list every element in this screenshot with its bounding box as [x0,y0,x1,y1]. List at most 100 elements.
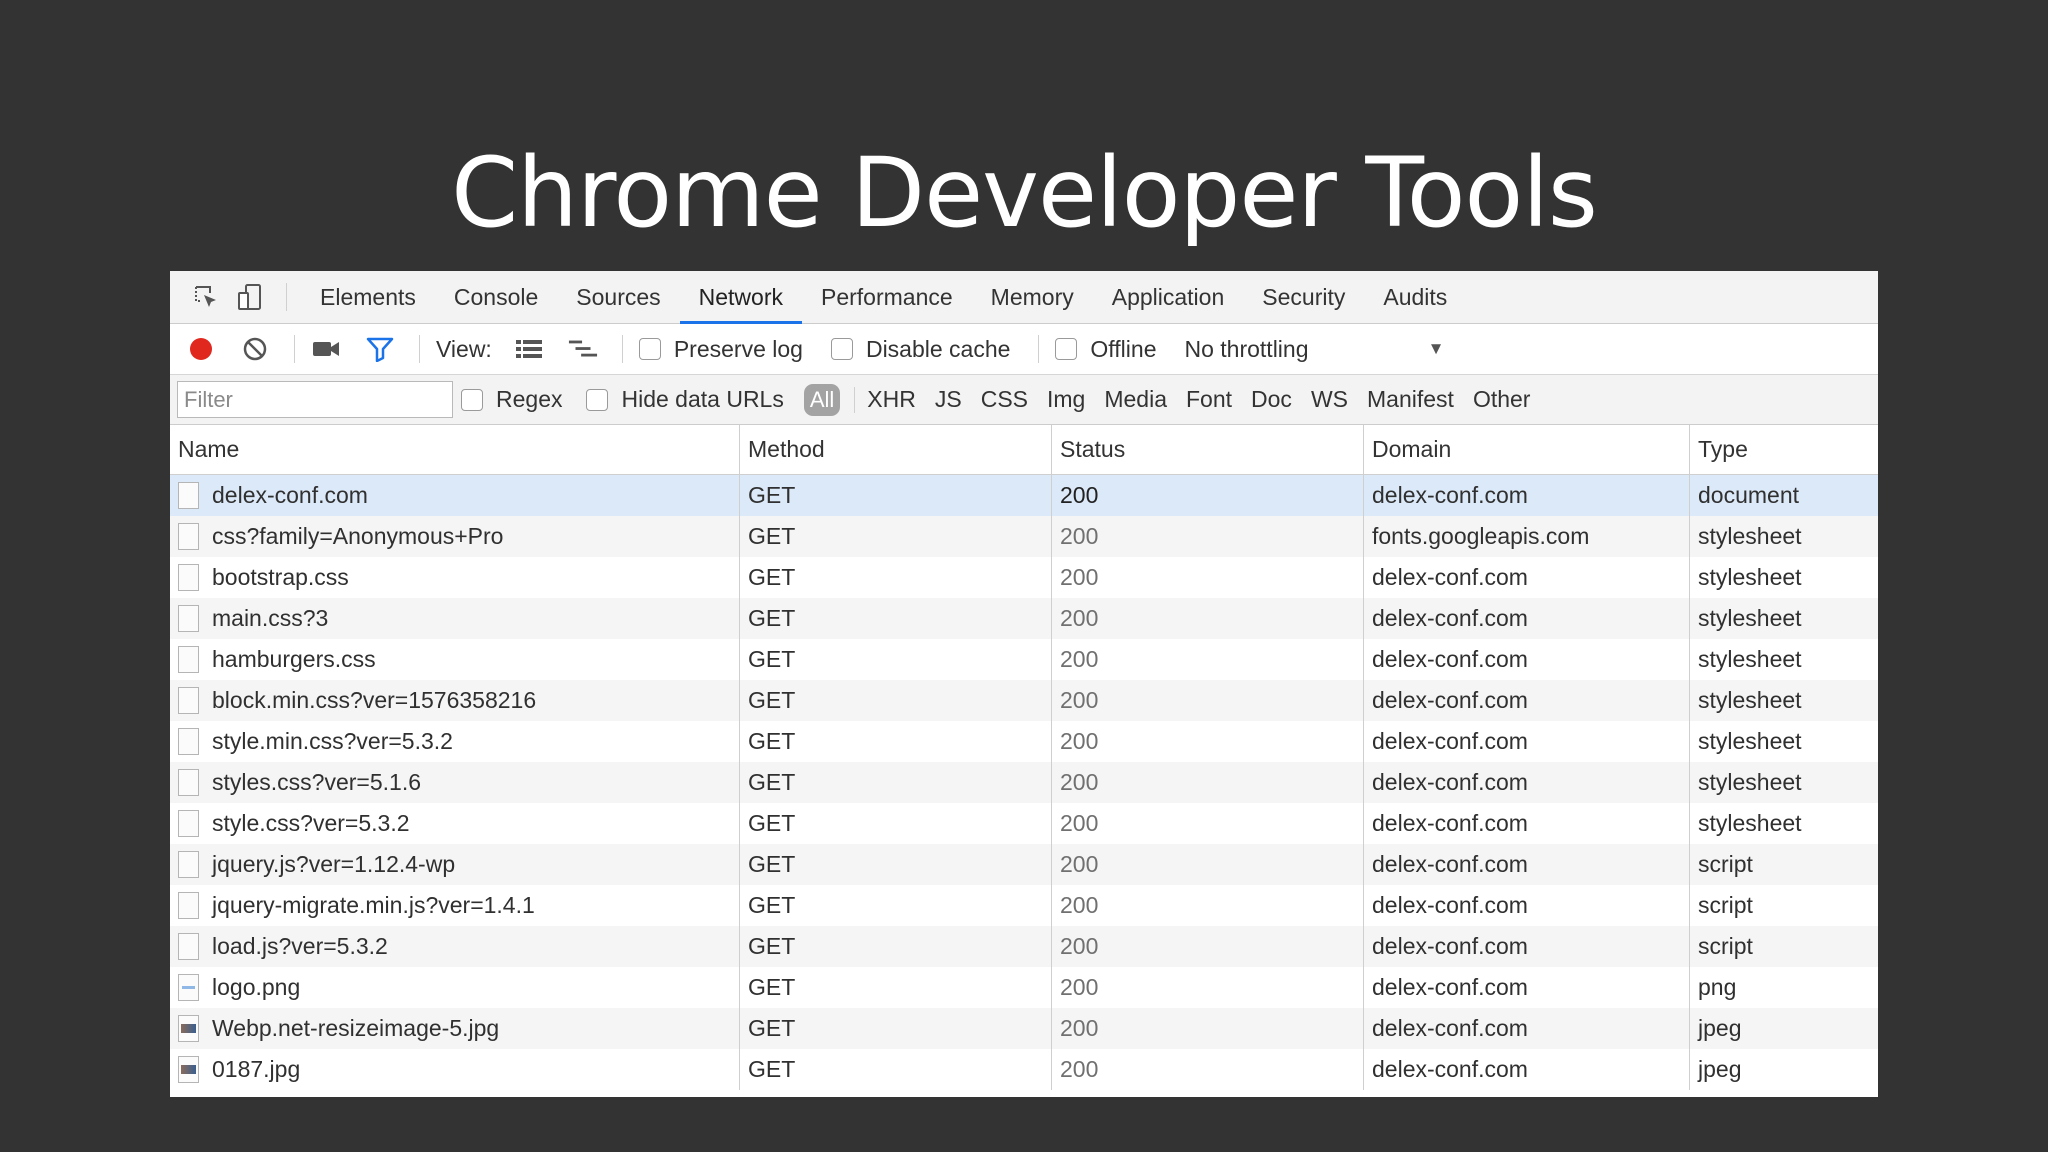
tab-audits[interactable]: Audits [1364,271,1466,323]
request-status: 200 [1060,810,1099,836]
regex-checkbox[interactable] [461,388,483,411]
tab-security[interactable]: Security [1243,271,1364,323]
table-row[interactable]: Webp.net-resizeimage-5.jpg GET 200 delex-co… [170,1008,1878,1049]
column-header-domain[interactable]: Domain [1364,425,1690,474]
request-name-cell: style.css?ver=5.3.2 [170,803,740,844]
tab-memory[interactable]: Memory [972,271,1093,323]
request-method: GET [748,1015,796,1041]
table-row[interactable]: main.css?3 GET 200 delex-conf.com stylesheet [170,598,1878,639]
table-row[interactable]: bootstrap.css GET 200 delex-conf.com stylesh… [170,557,1878,598]
request-domain-cell: delex-conf.com [1364,844,1690,885]
filter-font-button[interactable]: Font [1186,386,1232,413]
devtools-tabbar: Elements Console Sources Network Perform… [170,271,1878,324]
camera-icon[interactable] [311,334,341,364]
request-name-cell: Webp.net-resizeimage-5.jpg [170,1008,740,1049]
request-status-cell: 200 [1052,475,1364,516]
table-row[interactable]: load.js?ver=5.3.2 GET 200 delex-conf.com scr… [170,926,1878,967]
request-type: jpeg [1698,1056,1742,1082]
column-header-type[interactable]: Type [1690,425,1878,474]
preserve-log-checkbox[interactable] [638,338,661,360]
filter-js-button[interactable]: JS [935,386,962,413]
request-name: styles.css?ver=5.1.6 [212,769,422,795]
request-status-cell: 200 [1052,557,1364,598]
request-type: script [1698,851,1753,877]
file-icon [178,646,199,673]
column-header-name[interactable]: Name [170,425,740,474]
offline-label: Offline [1090,335,1157,362]
table-row[interactable]: css?family=Anonymous+Pro GET 200 fonts.goog… [170,516,1878,557]
table-row[interactable]: style.css?ver=5.3.2 GET 200 delex-conf.com s… [170,803,1878,844]
tab-elements[interactable]: Elements [301,271,435,323]
record-icon[interactable] [186,334,216,364]
clear-icon[interactable] [240,334,270,364]
table-row[interactable]: logo.png GET 200 delex-conf.com png [170,967,1878,1008]
tab-application[interactable]: Application [1093,271,1244,323]
request-name-cell: hamburgers.css [170,639,740,680]
filter-ws-button[interactable]: WS [1311,386,1348,413]
request-domain: delex-conf.com [1372,892,1528,918]
filter-all-button[interactable]: All [803,383,841,416]
request-status: 200 [1060,605,1099,631]
request-method-cell: GET [740,475,1052,516]
request-type-cell: stylesheet [1690,639,1878,680]
tab-network[interactable]: Network [679,271,803,324]
table-row[interactable]: style.min.css?ver=5.3.2 GET 200 delex-conf.… [170,721,1878,762]
request-status: 200 [1060,564,1099,590]
column-header-method[interactable]: Method [740,425,1052,474]
request-domain-cell: delex-conf.com [1364,475,1690,516]
request-type-cell: jpeg [1690,1008,1878,1049]
table-row[interactable]: jquery-migrate.min.js?ver=1.4.1 GET 200 del… [170,885,1878,926]
waterfall-view-icon[interactable] [568,334,598,364]
filter-doc-button[interactable]: Doc [1251,386,1292,413]
table-row[interactable]: delex-conf.com GET 200 delex-conf.com docume… [170,475,1878,516]
inspect-element-icon[interactable] [184,271,228,323]
table-body: delex-conf.com GET 200 delex-conf.com docume… [170,475,1878,1090]
throttling-select[interactable]: No throttling ▼ [1184,336,1444,363]
device-toolbar-icon[interactable] [228,271,272,323]
disable-cache-checkbox[interactable] [830,338,853,360]
hide-data-urls-checkbox[interactable] [586,388,609,411]
request-domain-cell: delex-conf.com [1364,885,1690,926]
toolbar-divider [294,335,295,363]
filter-css-button[interactable]: CSS [981,386,1028,413]
request-type: script [1698,933,1753,959]
request-name-cell: block.min.css?ver=1576358216 [170,680,740,721]
filter-manifest-button[interactable]: Manifest [1367,386,1454,413]
request-domain: delex-conf.com [1372,564,1528,590]
request-name: Webp.net-resizeimage-5.jpg [212,1015,500,1041]
tab-performance[interactable]: Performance [802,271,972,323]
filter-img-button[interactable]: Img [1047,386,1085,413]
request-type-cell: stylesheet [1690,721,1878,762]
table-row[interactable]: hamburgers.css GET 200 delex-conf.com styles… [170,639,1878,680]
file-icon [178,728,199,755]
request-domain: delex-conf.com [1372,851,1528,877]
table-row[interactable]: styles.css?ver=5.1.6 GET 200 delex-conf.com… [170,762,1878,803]
request-domain-cell: delex-conf.com [1364,926,1690,967]
network-filterbar: Regex Hide data URLs All XHR JS CSS Img … [170,375,1878,425]
filter-input[interactable] [177,381,453,418]
request-domain-cell: delex-conf.com [1364,803,1690,844]
chevron-down-icon: ▼ [1427,339,1445,358]
request-method-cell: GET [740,967,1052,1008]
filter-other-button[interactable]: Other [1473,386,1531,413]
request-method: GET [748,933,796,959]
request-name-cell: delex-conf.com [170,475,740,516]
request-type: jpeg [1698,1015,1742,1041]
column-header-status[interactable]: Status [1052,425,1364,474]
tab-console[interactable]: Console [435,271,557,323]
table-row[interactable]: 0187.jpg GET 200 delex-conf.com jpeg [170,1049,1878,1090]
tab-sources[interactable]: Sources [557,271,679,323]
request-domain-cell: delex-conf.com [1364,967,1690,1008]
filter-xhr-button[interactable]: XHR [867,386,916,413]
request-type: stylesheet [1698,646,1802,672]
filter-icon[interactable] [365,334,395,364]
view-label: View: [436,335,492,362]
request-status: 200 [1060,933,1099,959]
request-domain: delex-conf.com [1372,810,1528,836]
table-row[interactable]: block.min.css?ver=1576358216 GET 200 delex-… [170,680,1878,721]
request-type-cell: script [1690,885,1878,926]
offline-checkbox[interactable] [1055,338,1078,360]
table-row[interactable]: jquery.js?ver=1.12.4-wp GET 200 delex-conf.… [170,844,1878,885]
list-view-icon[interactable] [514,334,544,364]
filter-media-button[interactable]: Media [1104,386,1167,413]
